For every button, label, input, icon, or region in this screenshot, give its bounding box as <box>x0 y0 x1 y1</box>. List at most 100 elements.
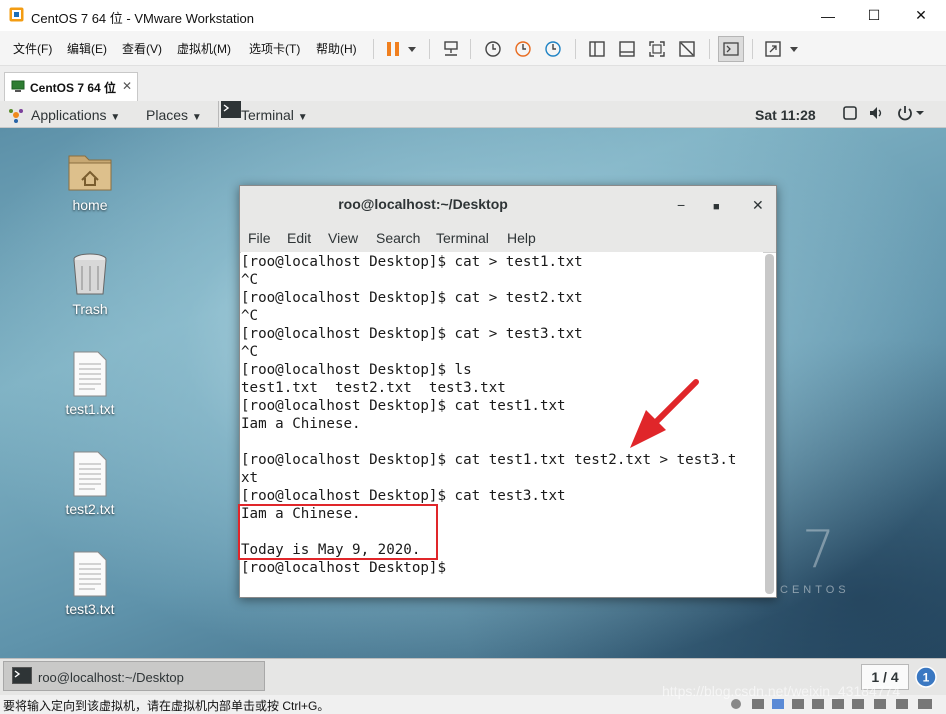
terminal-line: [roo@localhost Desktop]$ cat > test1.txt <box>241 254 583 270</box>
unity-button[interactable] <box>676 38 698 60</box>
snapshot-manager-button[interactable] <box>542 38 564 60</box>
pause-dropdown-button[interactable] <box>404 38 420 60</box>
unity-icon <box>679 41 695 57</box>
window-title: CentOS 7 64 位 - VMware Workstation <box>31 11 255 26</box>
toolbar-separator <box>429 39 430 59</box>
close-icon: ✕ <box>752 197 764 213</box>
menu-tabs[interactable]: 选项卡(T) <box>249 40 300 57</box>
desktop-icon-label: Trash <box>72 301 108 317</box>
menu-help[interactable]: 帮助(H) <box>316 40 357 57</box>
menu-edit[interactable]: 编辑(E) <box>67 40 107 57</box>
caret-down-icon: ▼ <box>191 112 202 123</box>
chevron-down-icon <box>790 46 798 52</box>
vm-tab-label: CentOS 7 64 位 <box>30 81 117 95</box>
terminal-line: test1.txt test2.txt test3.txt <box>241 380 506 396</box>
chevron-down-icon <box>408 46 416 52</box>
terminal-menu-help[interactable]: Help <box>507 230 536 246</box>
desktop-icon-test2[interactable]: test2.txt <box>45 450 135 517</box>
terminal-title: roo@localhost:~/Desktop <box>338 196 508 212</box>
terminal-app-label: Terminal <box>241 107 294 123</box>
terminal-line: [roo@localhost Desktop]$ cat test3.txt <box>241 488 566 504</box>
desktop-icon-test1[interactable]: test1.txt <box>45 350 135 417</box>
revert-snapshot-button[interactable] <box>512 38 534 60</box>
volume-icon[interactable] <box>869 106 885 120</box>
notification-icon[interactable]: 1 <box>915 666 937 688</box>
annotation-arrow-icon <box>630 379 699 448</box>
terminal-line: Iam a Chinese. <box>241 416 361 432</box>
taskbar-window-label: roo@localhost:~/Desktop <box>38 670 184 685</box>
fullscreen-button[interactable] <box>646 38 668 60</box>
panel-separator <box>218 101 219 127</box>
toolbar-separator <box>575 39 576 59</box>
snapshot-button[interactable] <box>482 38 504 60</box>
toolbar-separator <box>709 39 710 59</box>
maximize-button[interactable]: ☐ <box>851 0 897 31</box>
terminal-line: [roo@localhost Desktop]$ cat test1.txt <box>241 398 566 414</box>
vmware-app-icon <box>9 7 24 22</box>
sidebar-icon <box>589 41 605 57</box>
device-status-icons[interactable] <box>728 697 938 711</box>
desktop-icon-test3[interactable]: test3.txt <box>45 550 135 617</box>
terminal-line: ^C <box>241 344 259 360</box>
stretch-dropdown-button[interactable] <box>786 38 802 60</box>
desktop-icon-label: test3.txt <box>65 601 115 617</box>
menu-file[interactable]: 文件(F) <box>13 40 52 57</box>
text-file-icon <box>73 351 107 397</box>
terminal-menu-view[interactable]: View <box>328 230 358 246</box>
terminal-line: [roo@localhost Desktop]$ cat > test2.txt <box>241 290 583 306</box>
window-overview-icon[interactable] <box>843 106 857 120</box>
clock[interactable]: Sat 11:28 <box>755 107 816 123</box>
terminal-menu-edit[interactable]: Edit <box>287 230 311 246</box>
terminal-line: [roo@localhost Desktop]$ cat > test3.txt <box>241 326 583 342</box>
minimize-icon: — <box>821 7 835 24</box>
menu-view[interactable]: 查看(V) <box>122 40 162 57</box>
annotation-highlight-box <box>238 504 438 560</box>
toolbar-separator <box>752 39 753 59</box>
terminal-menu-search[interactable]: Search <box>376 230 420 246</box>
console-view-button[interactable] <box>718 36 744 62</box>
svg-text:1: 1 <box>923 671 930 685</box>
power-menu[interactable] <box>896 104 926 125</box>
close-icon: ✕ <box>915 7 927 23</box>
pause-icon <box>387 42 399 56</box>
revert-clock-icon <box>515 41 531 57</box>
centos-logo-word: CENTOS <box>780 584 850 596</box>
show-thumbnail-button[interactable] <box>616 38 638 60</box>
pause-button[interactable] <box>382 38 404 60</box>
desktop-icon-home[interactable]: home <box>45 150 135 213</box>
terminal-scrollbar[interactable] <box>765 254 774 594</box>
toolbar-separator <box>373 39 374 59</box>
trash-icon <box>73 253 107 295</box>
terminal-maximize-button[interactable]: ■ <box>713 197 720 213</box>
desktop-icon-label: test1.txt <box>65 401 115 417</box>
toolbar-separator <box>470 39 471 59</box>
minimize-button[interactable]: — <box>805 0 851 31</box>
terminal-menu-file[interactable]: File <box>248 230 271 246</box>
show-library-button[interactable] <box>586 38 608 60</box>
desktop-icon-label: home <box>72 197 108 213</box>
stretch-icon <box>765 41 781 57</box>
terminal-app-menu[interactable]: Terminal ▼ <box>241 107 308 123</box>
stretch-button[interactable] <box>762 38 784 60</box>
desktop-icon-trash[interactable]: Trash <box>45 250 135 317</box>
places-menu[interactable]: Places ▼ <box>146 107 202 123</box>
fullscreen-icon <box>649 41 665 57</box>
terminal-menu-terminal[interactable]: Terminal <box>436 230 489 246</box>
text-file-icon <box>73 551 107 597</box>
send-ctrl-alt-del-button[interactable] <box>440 38 462 60</box>
text-file-icon <box>73 451 107 497</box>
terminal-minimize-button[interactable]: − <box>677 197 685 213</box>
menu-vm[interactable]: 虚拟机(M) <box>177 40 231 57</box>
applications-menu[interactable]: Applications ▼ <box>31 107 120 123</box>
terminal-app-icon <box>12 667 32 684</box>
tab-close-button[interactable]: ✕ <box>122 79 132 93</box>
vm-tab-icon <box>11 80 25 92</box>
terminal-line: [roo@localhost Desktop]$ ls <box>241 362 472 378</box>
applications-icon <box>9 109 23 123</box>
caret-down-icon: ▼ <box>297 112 308 123</box>
console-icon <box>723 42 739 56</box>
close-button[interactable]: ✕ <box>898 0 944 31</box>
terminal-line: [roo@localhost Desktop]$ cat test1.txt t… <box>241 452 737 468</box>
terminal-close-button[interactable]: ✕ <box>752 197 764 214</box>
desktop-icon-label: test2.txt <box>65 501 115 517</box>
